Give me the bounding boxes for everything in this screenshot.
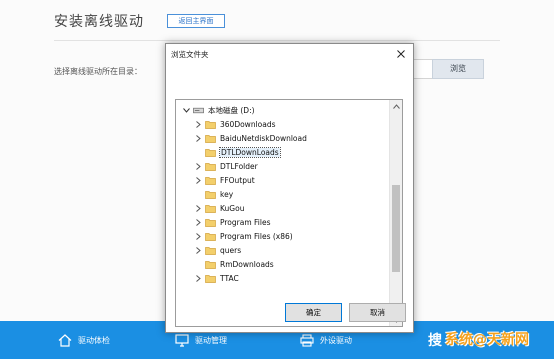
tree-item-folder[interactable]: KuGou [194,201,402,215]
chevron-right-icon[interactable] [194,215,202,229]
tree-item-label: quers [220,245,242,255]
tree-item-folder[interactable]: TTAC [194,271,402,285]
expander-empty [194,257,202,271]
site-watermark: 系统@天新网 [445,332,529,348]
browse-button[interactable]: 浏览 [432,59,484,79]
tree-scrollbar[interactable] [389,100,402,326]
chevron-right-icon[interactable] [194,117,202,131]
dialog-close-button[interactable] [393,46,409,61]
page-title: 安装离线驱动 [54,14,144,30]
nav-driver-manage-label: 驱动管理 [195,335,227,345]
nav-more-label: 搜 [428,333,442,349]
home-icon [58,333,72,347]
tree-item-drive-d[interactable]: 本地磁盘 (D:) [182,103,396,117]
tree-item-folder[interactable]: key [194,187,402,201]
title-divider [54,40,500,41]
tree-item-folder[interactable]: quers [194,243,402,257]
tree-item-label: KuGou [220,203,245,213]
folder-icon [205,232,216,241]
directory-label: 选择离线驱动所在目录： [54,67,142,76]
chevron-right-icon[interactable] [194,201,202,215]
tree-item-label: DTLDownLoads [219,146,281,158]
chevron-right-icon[interactable] [194,243,202,257]
chevron-right-icon[interactable] [194,131,202,145]
tree-item-label: 360Downloads [220,119,276,129]
tree-item-folder[interactable]: DTLFolder [194,159,402,173]
folder-icon [205,148,216,157]
chevron-right-icon[interactable] [194,271,202,285]
expander-empty [194,187,202,201]
chevron-right-icon[interactable] [194,159,202,173]
tree-item-label: key [220,189,234,199]
folder-icon [205,260,216,269]
scrollbar-thumb[interactable] [392,185,400,272]
tree-item-folder[interactable]: Program Files (x86) [194,229,402,243]
nav-more[interactable]: 搜 [428,321,442,359]
printer-icon [300,333,314,347]
tree-item-label: TTAC [220,273,239,283]
chevron-up-icon [393,103,400,109]
tree-item-label: BaiduNetdiskDownload [220,133,307,143]
nav-external-driver-label: 外设驱动 [320,335,352,345]
browse-folder-dialog: 浏览文件夹 本地磁盘 (D:) 360Downloads BaiduNetdisk… [165,43,414,333]
expander-empty [194,145,202,159]
folder-icon [205,134,216,143]
tree-item-folder[interactable]: FFOutput [194,173,402,187]
monitor-icon [175,333,189,347]
chevron-right-icon[interactable] [194,229,202,243]
scroll-up-button[interactable] [390,100,402,112]
tree-item-folder[interactable]: RmDownloads [194,257,402,271]
nav-driver-check[interactable]: 驱动体检 [58,321,110,359]
drive-icon [193,106,204,115]
dialog-titlebar[interactable]: 浏览文件夹 [166,44,413,64]
close-icon [397,49,405,58]
tree-item-label: Program Files (x86) [220,231,293,241]
folder-icon [205,190,216,199]
folder-tree[interactable]: 本地磁盘 (D:) 360Downloads BaiduNetdiskDownlo… [175,99,403,327]
chevron-down-icon[interactable] [182,103,190,117]
tree-item-label: Program Files [220,217,271,227]
tree-item-folder[interactable]: BaiduNetdiskDownload [194,131,402,145]
folder-icon [205,246,216,255]
tree-item-label: RmDownloads [220,259,274,269]
folder-icon [205,162,216,171]
tree-item-label: FFOutput [220,175,255,185]
nav-driver-check-label: 驱动体检 [78,335,110,345]
tree-item-folder[interactable]: Program Files [194,215,402,229]
tree-item-label: 本地磁盘 (D:) [208,105,255,115]
ok-button[interactable]: 确定 [285,303,342,322]
dialog-title: 浏览文件夹 [171,50,209,59]
tree-item-label: DTLFolder [220,161,258,171]
folder-icon [205,176,216,185]
folder-icon [205,204,216,213]
cancel-button[interactable]: 取消 [349,303,406,322]
folder-icon [205,274,216,283]
chevron-right-icon[interactable] [194,173,202,187]
back-to-main-button[interactable]: 返回主界面 [167,14,225,28]
tree-item-folder[interactable]: DTLDownLoads [194,145,402,159]
folder-icon [205,120,216,129]
folder-icon [205,218,216,227]
tree-item-folder[interactable]: 360Downloads [194,117,402,131]
